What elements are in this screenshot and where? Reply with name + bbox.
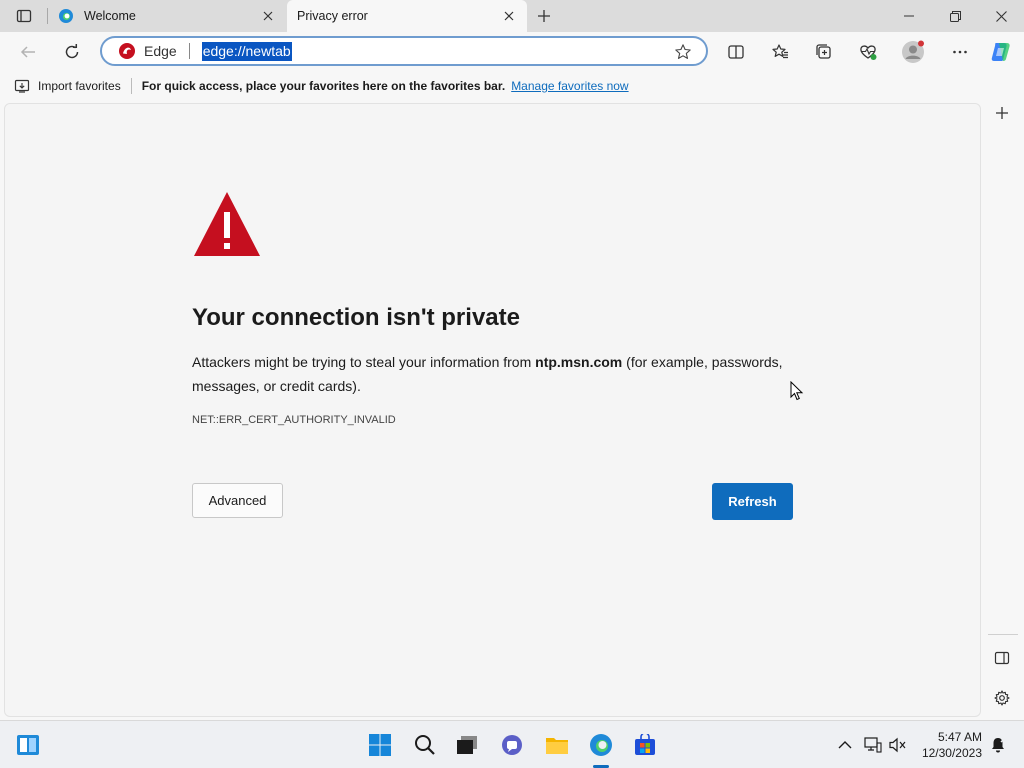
import-icon xyxy=(14,79,30,93)
site-label: Edge xyxy=(144,43,177,59)
error-description: Attackers might be trying to steal your … xyxy=(192,350,802,398)
network-icon xyxy=(864,737,882,753)
favorites-bar: Import favorites For quick access, place… xyxy=(0,70,1024,102)
edge-icon xyxy=(590,734,612,756)
add-sidebar-app-button[interactable] xyxy=(992,103,1012,123)
widgets-button[interactable] xyxy=(16,733,40,757)
address-divider xyxy=(188,43,190,59)
error-host: ntp.msn.com xyxy=(535,354,623,370)
search-icon xyxy=(415,735,435,755)
page-content: Your connection isn't private Attackers … xyxy=(4,103,981,717)
description-prefix: Attackers might be trying to steal your … xyxy=(192,354,536,370)
show-hidden-icons-button[interactable] xyxy=(833,733,857,757)
profile-button[interactable] xyxy=(901,40,925,64)
store-button[interactable] xyxy=(633,733,657,757)
manage-favorites-link[interactable]: Manage favorites now xyxy=(511,79,628,93)
refresh-button[interactable]: Refresh xyxy=(712,483,793,520)
tab-actions-icon xyxy=(16,9,32,23)
minimize-icon xyxy=(904,15,914,17)
plus-icon xyxy=(996,107,1008,119)
back-button[interactable] xyxy=(16,40,40,64)
tab-title: Privacy error xyxy=(297,9,368,23)
network-status-button[interactable] xyxy=(861,733,885,757)
sidebar-settings-button[interactable] xyxy=(992,688,1012,708)
close-window-button[interactable] xyxy=(978,0,1024,32)
mouse-cursor-icon xyxy=(790,381,804,401)
import-favorites-label: Import favorites xyxy=(38,79,121,93)
sidebar-panel-icon xyxy=(994,651,1010,665)
reload-button[interactable] xyxy=(60,40,84,64)
sidebar-divider xyxy=(988,634,1018,635)
site-info[interactable]: Edge xyxy=(118,42,177,60)
heart-pulse-icon xyxy=(860,45,877,60)
clock-time: 5:47 AM xyxy=(937,730,982,744)
chevron-up-icon xyxy=(838,741,852,749)
widgets-icon xyxy=(17,735,39,755)
import-favorites-button[interactable]: Import favorites xyxy=(14,78,121,94)
close-tab-icon[interactable] xyxy=(260,8,276,24)
error-heading: Your connection isn't private xyxy=(192,304,520,331)
tab-title: Welcome xyxy=(84,9,136,23)
start-button[interactable] xyxy=(368,733,392,757)
volume-button[interactable] xyxy=(886,733,910,757)
restore-button[interactable] xyxy=(932,0,978,32)
restore-icon xyxy=(949,10,961,22)
plus-icon xyxy=(538,10,550,22)
teams-chat-button[interactable] xyxy=(500,733,524,757)
toolbar: Edge edge://newtab xyxy=(0,32,1024,70)
search-button[interactable] xyxy=(413,733,437,757)
not-secure-icon xyxy=(119,43,135,59)
minimize-button[interactable] xyxy=(886,0,932,32)
chat-icon xyxy=(502,735,522,755)
close-icon xyxy=(995,10,1007,22)
favorite-star-icon[interactable] xyxy=(674,43,692,61)
new-tab-button[interactable] xyxy=(534,6,554,26)
task-view-icon xyxy=(457,736,477,754)
clock-date: 12/30/2023 xyxy=(921,746,982,760)
notifications-button[interactable] xyxy=(986,733,1010,757)
store-icon xyxy=(635,734,655,755)
tab-welcome[interactable]: Welcome xyxy=(50,0,286,32)
reload-icon xyxy=(65,44,79,59)
file-explorer-button[interactable] xyxy=(545,733,569,757)
gear-icon xyxy=(994,690,1010,706)
favorites-bar-message: For quick access, place your favorites h… xyxy=(141,79,506,93)
copilot-icon xyxy=(991,43,1010,62)
avatar-icon xyxy=(902,40,924,63)
windows-logo-icon xyxy=(369,734,391,756)
edge-taskbar-button[interactable] xyxy=(589,733,613,757)
edge-sidebar xyxy=(982,103,1024,717)
address-bar[interactable]: Edge edge://newtab xyxy=(100,36,708,66)
tab-strip: Welcome Privacy error xyxy=(0,0,1024,32)
speaker-muted-icon xyxy=(889,737,906,753)
split-screen-button[interactable] xyxy=(724,40,748,64)
advanced-button[interactable]: Advanced xyxy=(192,483,283,518)
tab-actions-button[interactable] xyxy=(10,6,38,26)
taskbar: 5:47 AM 12/30/2023 xyxy=(0,720,1024,768)
collections-button[interactable] xyxy=(812,40,836,64)
settings-more-button[interactable] xyxy=(948,40,972,64)
tab-privacy-error[interactable]: Privacy error xyxy=(287,0,527,32)
edge-icon xyxy=(59,9,73,23)
notification-bell-icon xyxy=(992,737,1006,753)
folder-icon xyxy=(546,738,568,754)
split-screen-icon xyxy=(728,45,744,59)
warning-triangle-icon xyxy=(194,192,260,256)
close-tab-icon[interactable] xyxy=(501,8,517,24)
favorites-separator xyxy=(130,78,132,94)
favorites-button[interactable] xyxy=(768,40,792,64)
hide-sidebar-button[interactable] xyxy=(992,648,1012,668)
collections-icon xyxy=(816,44,831,59)
error-code: NET::ERR_CERT_AUTHORITY_INVALID xyxy=(192,414,396,426)
task-view-button[interactable] xyxy=(455,733,479,757)
browser-essentials-button[interactable] xyxy=(856,40,880,64)
tab-separator xyxy=(47,8,48,24)
url-text[interactable]: edge://newtab xyxy=(201,41,292,61)
favorites-star-icon xyxy=(772,44,788,59)
back-arrow-icon xyxy=(20,46,35,58)
system-clock[interactable]: 5:47 AM 12/30/2023 xyxy=(916,729,982,761)
copilot-button[interactable] xyxy=(989,40,1013,64)
more-dots-icon xyxy=(953,50,967,54)
